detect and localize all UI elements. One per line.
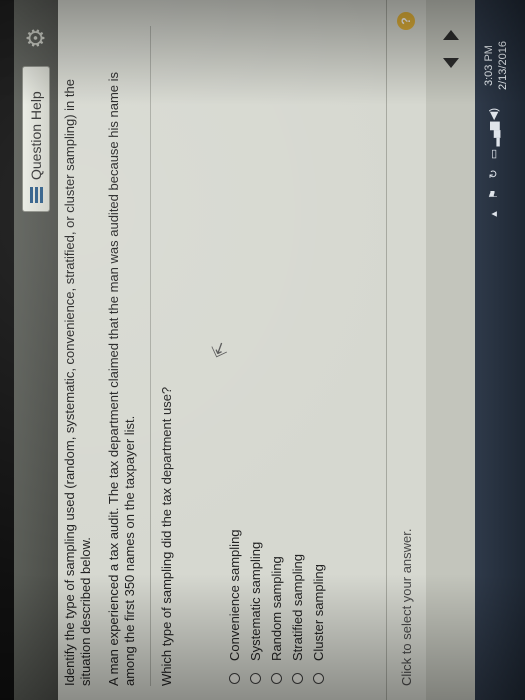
previous-question-button[interactable] [443,58,459,68]
question-help-label: Question Help [28,91,44,180]
gear-icon[interactable]: ⚙ [22,24,50,52]
system-tray: ▴ ⚑ ↻ ▭ ▂▄▆ ◀) [487,108,500,220]
next-question-button[interactable] [443,30,459,40]
option-label: Convenience sampling [227,529,242,661]
list-icon [29,187,43,203]
sync-icon[interactable]: ↻ [487,168,500,180]
scenario-text: A man experienced a tax audit. The tax d… [106,71,137,686]
option-cluster-sampling[interactable]: Cluster sampling [308,8,329,686]
radio-button[interactable] [313,673,324,684]
instruction-text: Identify the type of sampling used (rand… [62,79,93,686]
option-label: Cluster sampling [311,564,326,661]
header-bar: Question Help ⚙ [14,0,58,700]
radio-button[interactable] [271,673,282,684]
option-label: Random sampling [269,556,284,661]
question-prompt: Which type of sampling did the tax depar… [159,386,174,686]
divider [150,26,151,686]
navigation-bar [426,0,476,700]
option-label: Systematic sampling [248,541,263,661]
clock-date: 2/13/2016 [497,41,509,90]
option-systematic-sampling[interactable]: Systematic sampling [245,8,266,686]
question-content: Identify the type of sampling used (rand… [62,8,329,686]
volume-icon[interactable]: ◀) [487,108,500,120]
laptop-screen: Question Help ⚙ Identify the type of sam… [0,0,525,700]
wifi-signal-icon[interactable]: ▂▄▆ [487,122,500,147]
os-taskbar: ▴ ⚑ ↻ ▭ ▂▄▆ ◀) 3:03 PM 2/13/2016 [475,0,525,700]
option-random-sampling[interactable]: Random sampling [266,8,287,686]
radio-button[interactable] [250,673,261,684]
flag-icon[interactable]: ⚑ [487,188,500,200]
show-hidden-icons-icon[interactable]: ▴ [487,208,500,220]
help-icon[interactable]: ? [397,12,415,30]
taskbar-clock[interactable]: 3:03 PM 2/13/2016 [482,41,510,90]
answer-options: Convenience sampling Systematic sampling… [224,8,329,686]
app-window: Question Help ⚙ Identify the type of sam… [14,0,525,700]
question-help-button[interactable]: Question Help [22,66,50,212]
screen-bezel [0,0,14,700]
battery-icon[interactable]: ▭ [487,148,500,160]
radio-button[interactable] [229,673,240,684]
answer-footer: Click to select your answer. ? [386,0,427,700]
clock-time: 3:03 PM [483,45,495,87]
option-stratified-sampling[interactable]: Stratified sampling [287,8,308,686]
select-answer-hint: Click to select your answer. [399,528,414,686]
radio-button[interactable] [292,673,303,684]
option-label: Stratified sampling [290,554,305,661]
